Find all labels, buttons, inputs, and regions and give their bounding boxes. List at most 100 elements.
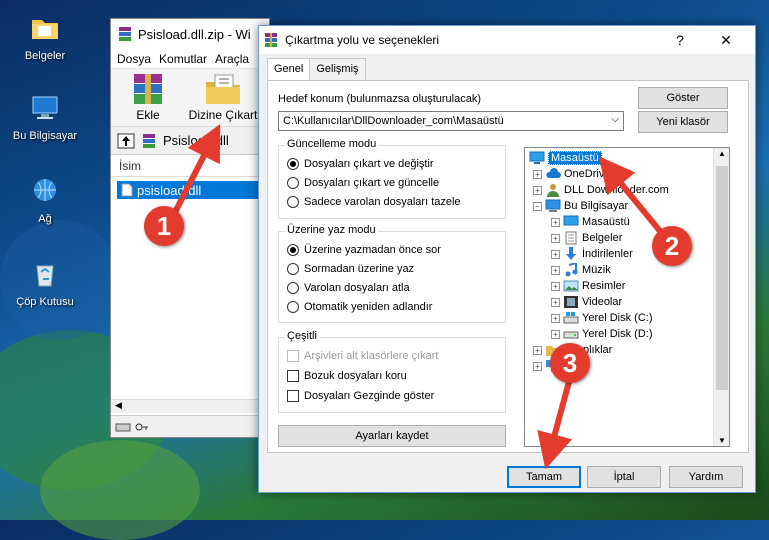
ok-button[interactable]: Tamam — [507, 466, 581, 488]
tree-item-label: Bu Bilgisayar — [564, 200, 629, 212]
radio-icon — [287, 158, 299, 170]
tree-item-desktop[interactable]: Masaüstü — [529, 150, 602, 166]
desktop-icon-label: Çöp Kutusu — [16, 296, 74, 308]
pictures-icon — [563, 280, 579, 292]
dialog-title: Çıkartma yolu ve seçenekleri — [285, 33, 440, 47]
tree-item-pictures[interactable]: + Resimler — [551, 278, 625, 294]
tree-item-music[interactable]: + Müzik — [551, 262, 611, 278]
help-title-button[interactable]: ? — [657, 26, 703, 54]
expand-icon[interactable]: + — [551, 313, 560, 323]
menu-item-commands[interactable]: Komutlar — [159, 52, 207, 66]
chevron-down-icon[interactable]: ▼ — [718, 436, 726, 445]
menu-item-tools[interactable]: Araçla — [215, 52, 249, 66]
expand-icon[interactable]: + — [533, 185, 542, 195]
tree-item-user[interactable]: + DLL Downloader.com — [533, 182, 669, 198]
tree-item-documents[interactable]: + Belgeler — [551, 230, 622, 246]
option-label: Arşivleri alt klasörlere çıkart — [304, 350, 439, 362]
desktop-icon-network[interactable]: Ağ — [5, 175, 85, 225]
radio-overwrite-without-prompt[interactable]: Sormadan üzerine yaz — [287, 263, 414, 275]
tree-item-pc-desktop[interactable]: + Masaüstü — [551, 214, 630, 230]
radio-refresh-existing[interactable]: Sadece varolan dosyaları tazele — [287, 196, 461, 208]
window-titlebar[interactable]: Psisload.dll.zip - Wi — [111, 19, 269, 49]
toolbar: Ekle Dizine Çıkart — [111, 69, 269, 127]
desktop-icon-documents[interactable]: Belgeler — [5, 12, 85, 62]
archive-path[interactable]: Psisload.dll — [163, 133, 229, 148]
option-label: Varolan dosyaları atla — [304, 282, 410, 294]
option-label: Bozuk dosyaları koru — [304, 370, 407, 382]
file-list-item[interactable]: psisload.dll — [117, 181, 263, 199]
save-settings-button[interactable]: Ayarları kaydet — [278, 425, 506, 447]
extract-to-button[interactable]: Dizine Çıkart — [187, 72, 259, 122]
video-film-icon — [564, 296, 578, 308]
tab-advanced[interactable]: Gelişmiş — [309, 58, 366, 80]
expand-icon[interactable]: + — [533, 345, 542, 355]
tree-item-onedrive[interactable]: + OneDrive — [533, 166, 610, 182]
desktop-icon-label: Bu Bilgisayar — [12, 130, 78, 142]
cancel-button[interactable]: İptal — [587, 466, 661, 488]
option-label: Sormadan üzerine yaz — [304, 263, 415, 275]
expand-icon[interactable]: + — [551, 297, 560, 307]
file-name: psisload.dll — [137, 182, 202, 198]
dll-file-icon — [121, 183, 133, 197]
radio-skip-existing[interactable]: Varolan dosyaları atla — [287, 282, 410, 294]
tree-item-videos[interactable]: + Videolar — [551, 294, 622, 310]
expand-icon[interactable]: + — [551, 265, 560, 275]
radio-icon — [287, 301, 299, 313]
tree-item-downloads[interactable]: + İndirilenler — [551, 246, 633, 262]
column-header-name[interactable]: İsim — [111, 155, 269, 177]
tab-general[interactable]: Genel — [267, 58, 311, 81]
folder-icon — [32, 20, 58, 39]
network-globe-icon — [34, 179, 56, 201]
checkbox-keep-broken[interactable]: Bozuk dosyaları koru — [287, 370, 407, 382]
winrar-main-window[interactable]: Psisload.dll.zip - Wi Dosya Komutlar Ara… — [110, 18, 270, 438]
expand-icon[interactable]: + — [551, 249, 560, 259]
add-button[interactable]: Ekle — [117, 72, 179, 122]
tree-item-label: Müzik — [582, 264, 611, 276]
radio-ask-before-overwrite[interactable]: Üzerine yazmadan önce sor — [287, 244, 441, 256]
menu-bar: Dosya Komutlar Araçla — [111, 49, 269, 69]
close-icon[interactable]: ✕ — [703, 26, 749, 54]
checkbox-show-in-explorer[interactable]: Dosyaları Gezginde göster — [287, 390, 434, 402]
expand-icon[interactable]: + — [533, 361, 542, 371]
extract-folder-icon — [206, 74, 240, 104]
scrollbar-thumb[interactable] — [716, 166, 728, 390]
overwrite-mode-group: Üzerine yaz modu Üzerine yazmadan önce s… — [278, 224, 506, 323]
show-button[interactable]: Göster — [638, 87, 728, 109]
documents-icon — [565, 231, 577, 245]
desktop-icon-label: Ağ — [38, 213, 52, 225]
expand-icon[interactable]: + — [551, 329, 560, 339]
option-label: Dosyaları çıkart ve güncelle — [304, 177, 440, 189]
folder-tree[interactable]: Masaüstü + OneDrive + DLL Downloader.com… — [524, 147, 730, 447]
radio-extract-update[interactable]: Dosyaları çıkart ve güncelle — [287, 177, 439, 189]
tree-vertical-scrollbar[interactable]: ▲ ▼ — [713, 148, 729, 446]
menu-item-file[interactable]: Dosya — [117, 52, 151, 66]
chevron-up-icon[interactable]: ▲ — [718, 149, 726, 158]
destination-path-combo[interactable]: C:\Kullanıcılar\DllDownloader_com\Masaüs… — [278, 111, 624, 131]
tree-item-drive-d[interactable]: + Yerel Disk (D:) — [551, 326, 653, 342]
tree-item-this-pc[interactable]: − Bu Bilgisayar — [533, 198, 628, 214]
group-title: Güncelleme modu — [285, 138, 379, 150]
option-label: Dosyaları Gezginde göster — [304, 390, 435, 402]
desktop-icon-this-pc[interactable]: Bu Bilgisayar — [5, 92, 85, 142]
dialog-titlebar[interactable]: Çıkartma yolu ve seçenekleri ? ✕ — [259, 26, 755, 54]
expand-icon[interactable]: + — [551, 281, 560, 291]
radio-icon — [287, 196, 299, 208]
expand-icon[interactable]: + — [551, 217, 560, 227]
expand-icon[interactable]: + — [551, 233, 560, 243]
tree-item-label: Videolar — [582, 296, 623, 308]
chevron-down-icon[interactable]: ⌵ — [611, 114, 619, 125]
new-folder-button[interactable]: Yeni klasör — [638, 111, 728, 133]
tree-item-drive-c[interactable]: + Yerel Disk (C:) — [551, 310, 653, 326]
radio-extract-replace[interactable]: Dosyaları çıkart ve değiştir — [287, 158, 434, 170]
radio-auto-rename[interactable]: Otomatik yeniden adlandır — [287, 301, 432, 313]
help-button[interactable]: Yardım — [669, 466, 743, 488]
collapse-icon[interactable]: − — [533, 201, 542, 211]
tree-item-label: İndirilenler — [582, 248, 633, 260]
computer-icon — [32, 96, 58, 119]
expand-icon[interactable]: + — [533, 169, 542, 179]
desktop-icon-recycle-bin[interactable]: Çöp Kutusu — [5, 258, 85, 308]
up-folder-icon[interactable] — [117, 133, 135, 149]
radio-icon — [287, 282, 299, 294]
horizontal-scrollbar[interactable]: ◀ — [111, 399, 269, 413]
checkbox-icon — [287, 390, 299, 402]
